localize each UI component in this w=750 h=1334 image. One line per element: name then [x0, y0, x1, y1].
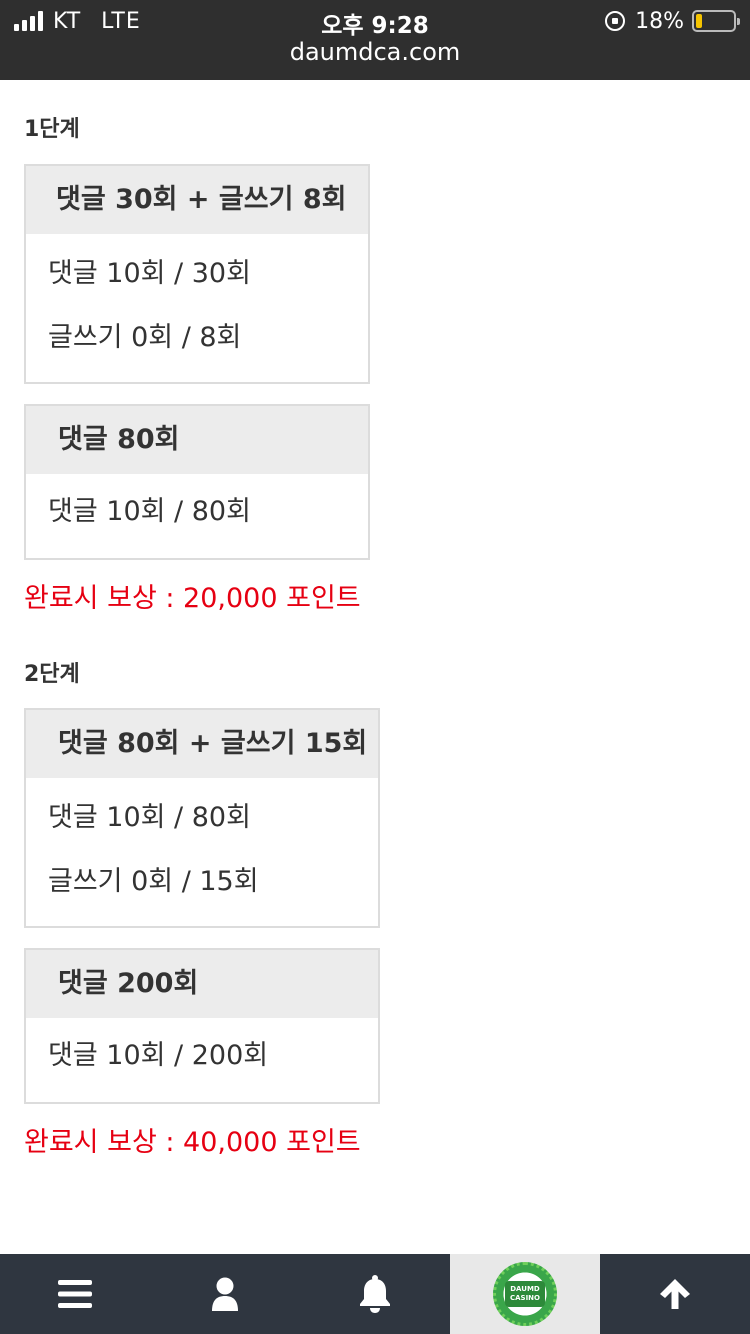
- mission-progress-row: 댓글 10회 / 80회: [48, 496, 251, 527]
- reward-text: 완료시 보상 : 20,000 포인트: [24, 583, 361, 614]
- mission-progress-row: 댓글 10회 / 80회: [48, 802, 251, 833]
- stage-title: 1단계: [24, 117, 80, 142]
- menu-icon: [58, 1280, 92, 1308]
- reward-text: 완료시 보상 : 40,000 포인트: [24, 1127, 361, 1158]
- address-bar-url[interactable]: daumdca.com: [0, 38, 750, 66]
- mission-progress-row: 댓글 10회 / 200회: [48, 1040, 269, 1071]
- logo-text: DAUMD CASINO: [505, 1281, 545, 1307]
- mission-progress-row: 글쓰기 0회 / 8회: [48, 322, 242, 353]
- status-bar: KT LTE 오후 9:28 daumdca.com 18%: [0, 0, 750, 80]
- daumd-casino-logo: DAUMD CASINO: [493, 1262, 557, 1326]
- nav-home-logo-button[interactable]: DAUMD CASINO: [450, 1254, 600, 1334]
- arrow-up-icon: [660, 1279, 690, 1309]
- logo-line-1: DAUMD: [510, 1285, 540, 1293]
- mission-progress-row: 댓글 10회 / 30회: [48, 258, 251, 289]
- nav-menu-button[interactable]: [0, 1254, 150, 1334]
- nav-profile-button[interactable]: [150, 1254, 300, 1334]
- logo-line-2: CASINO: [509, 1294, 540, 1302]
- user-icon: [212, 1277, 238, 1311]
- nav-scroll-top-button[interactable]: [600, 1254, 750, 1334]
- mission-progress-row: 글쓰기 0회 / 15회: [48, 866, 259, 897]
- mission-card: 댓글 80회 댓글 10회 / 80회: [24, 404, 370, 560]
- mission-card-header: 댓글 80회 + 글쓰기 15회: [26, 710, 378, 778]
- mission-card-header: 댓글 200회: [26, 950, 378, 1018]
- rotation-lock-icon: [605, 11, 626, 31]
- mission-card-header: 댓글 80회: [26, 406, 368, 474]
- stage-title: 2단계: [24, 662, 80, 687]
- status-right: 18%: [605, 8, 740, 34]
- nav-notification-button[interactable]: [300, 1254, 450, 1334]
- battery-fill: [696, 14, 703, 28]
- battery-percent: 18%: [635, 8, 684, 34]
- mission-card: 댓글 30회 + 글쓰기 8회 댓글 10회 / 30회 글쓰기 0회 / 8회: [24, 164, 370, 384]
- mission-card-header: 댓글 30회 + 글쓰기 8회: [26, 166, 368, 234]
- bell-icon: [360, 1275, 390, 1313]
- mission-card: 댓글 200회 댓글 10회 / 200회: [24, 948, 380, 1104]
- bottom-nav: DAUMD CASINO: [0, 1254, 750, 1334]
- mission-card: 댓글 80회 + 글쓰기 15회 댓글 10회 / 80회 글쓰기 0회 / 1…: [24, 708, 380, 928]
- battery-icon: [692, 10, 740, 32]
